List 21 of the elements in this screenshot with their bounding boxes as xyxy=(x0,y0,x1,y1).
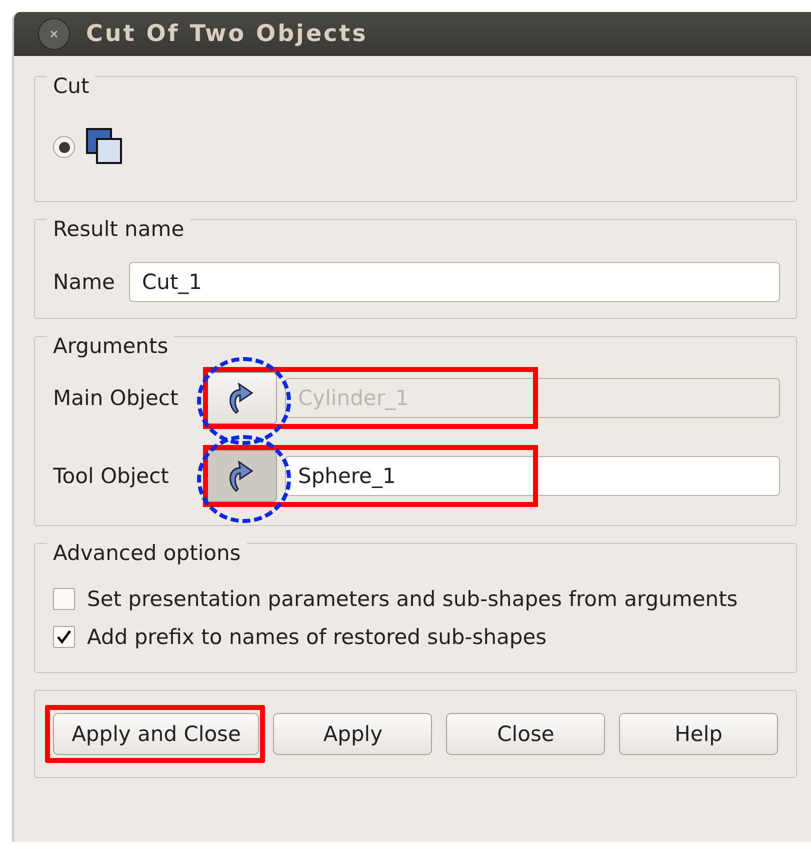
close-icon xyxy=(49,29,59,39)
dialog-button[interactable]: Apply and Close xyxy=(53,713,260,755)
group-title: Advanced options xyxy=(47,541,247,565)
checkbox-label: Set presentation parameters and sub-shapes from arguments xyxy=(87,587,738,611)
name-field[interactable]: Cut_1 xyxy=(128,262,780,302)
dialog-button[interactable]: Apply xyxy=(273,713,432,755)
checkbox-label: Add prefix to names of restored sub-shapes xyxy=(87,625,547,649)
checkbox[interactable] xyxy=(53,626,75,648)
object-label: Main Object xyxy=(53,386,180,410)
dialog-button[interactable]: Help xyxy=(619,713,778,755)
overlapping-squares-icon xyxy=(85,127,125,167)
group-title: Arguments xyxy=(47,334,174,358)
dialog-button[interactable]: Close xyxy=(446,713,606,755)
object-field[interactable]: Sphere_1 xyxy=(285,456,780,496)
checkbox[interactable] xyxy=(53,588,75,610)
radio-button[interactable] xyxy=(53,136,75,158)
window-title: Cut Of Two Objects xyxy=(86,21,368,47)
close-button[interactable] xyxy=(38,18,70,50)
checkmark-icon xyxy=(56,629,72,645)
object-label: Tool Object xyxy=(53,464,170,488)
name-label: Name xyxy=(53,270,115,294)
